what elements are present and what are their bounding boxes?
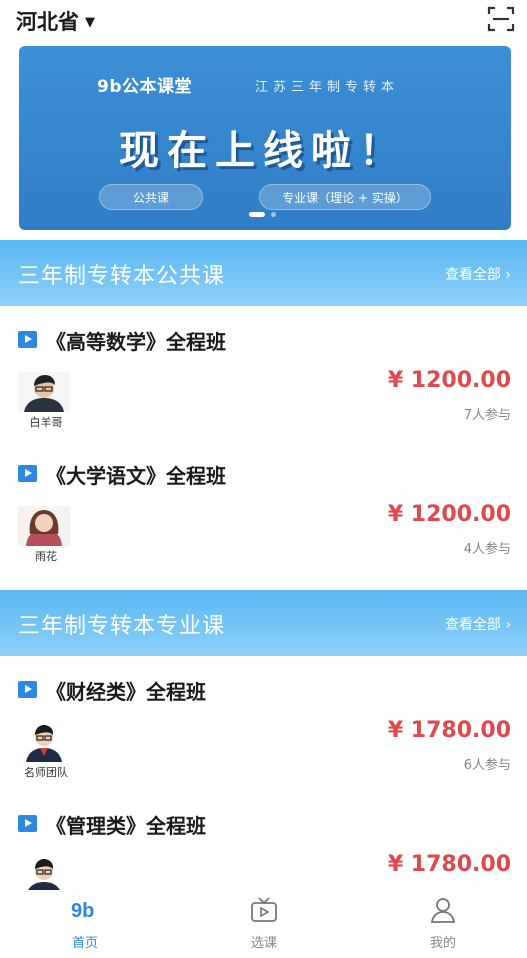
nav-select-course[interactable]: 选课 bbox=[219, 896, 309, 956]
play-icon bbox=[18, 681, 37, 698]
bottom-nav: 9b 首页 选课 我的 bbox=[0, 890, 527, 958]
course-price: ¥ 1780.00 bbox=[387, 852, 511, 877]
teacher-name: 白羊哥 bbox=[29, 416, 63, 429]
course-item[interactable]: 《财经类》全程班 名师团队 ¥ 1780.00 6人参与 bbox=[0, 668, 527, 804]
course-title: 《管理类》全程班 bbox=[46, 814, 206, 838]
top-bar: 河北省 ▼ bbox=[0, 0, 527, 40]
section-title: 三年制专转本公共课 bbox=[18, 264, 226, 289]
course-item[interactable]: 《管理类》全程班 ¥ 1780.00 bbox=[0, 802, 527, 890]
section-header-major: 三年制专转本专业课 查看全部 › bbox=[0, 590, 527, 656]
carousel-dot-active bbox=[249, 212, 265, 217]
banner-subtitle: 江苏三年制专转本 bbox=[255, 80, 400, 95]
province-label: 河北省 bbox=[16, 10, 79, 34]
view-all-link[interactable]: 查看全部 › bbox=[445, 614, 511, 634]
teacher-avatar bbox=[18, 722, 70, 762]
nav-home[interactable]: 9b 首页 bbox=[40, 896, 130, 956]
teacher-avatar bbox=[18, 506, 70, 546]
view-all-link[interactable]: 查看全部 › bbox=[445, 264, 511, 284]
province-selector[interactable]: 河北省 ▼ bbox=[16, 6, 95, 36]
banner-logo: 9b公本课堂 bbox=[97, 77, 192, 97]
scan-icon[interactable] bbox=[487, 5, 515, 33]
course-title: 《高等数学》全程班 bbox=[46, 330, 226, 354]
course-price: ¥ 1780.00 bbox=[387, 718, 511, 743]
teacher-avatar bbox=[18, 856, 70, 890]
banner-pill-public: 公共课 bbox=[99, 184, 203, 210]
nav-mine-label: 我的 bbox=[429, 936, 456, 951]
nav-mine[interactable]: 我的 bbox=[398, 896, 488, 956]
section-title: 三年制专转本专业课 bbox=[18, 614, 226, 639]
course-price: ¥ 1200.00 bbox=[387, 502, 511, 527]
play-icon bbox=[18, 465, 37, 482]
play-icon bbox=[18, 815, 37, 832]
banner-headline: 现在上线啦！ bbox=[119, 128, 407, 174]
course-title: 《大学语文》全程班 bbox=[46, 464, 226, 488]
banner-pill-major: 专业课（理论 + 实操） bbox=[259, 184, 431, 210]
play-icon bbox=[18, 331, 37, 348]
user-icon bbox=[430, 898, 456, 923]
course-item[interactable]: 《大学语文》全程班 雨花 ¥ 1200.00 4人参与 bbox=[0, 452, 527, 588]
participant-count: 4人参与 bbox=[463, 542, 511, 557]
teacher-avatar bbox=[18, 372, 70, 412]
carousel-dot bbox=[271, 212, 276, 217]
teacher-name: 雨花 bbox=[35, 550, 57, 563]
carousel-indicator bbox=[249, 212, 276, 217]
nav-home-label: 首页 bbox=[71, 936, 98, 951]
course-item[interactable]: 《高等数学》全程班 白羊哥 ¥ 1200.00 7人参与 bbox=[0, 318, 527, 454]
course-price: ¥ 1200.00 bbox=[387, 368, 511, 393]
participant-count: 7人参与 bbox=[463, 408, 511, 423]
nav-select-label: 选课 bbox=[250, 936, 277, 951]
participant-count: 6人参与 bbox=[463, 758, 511, 773]
section-header-public: 三年制专转本公共课 查看全部 › bbox=[0, 240, 527, 306]
promo-banner[interactable]: 9b公本课堂 江苏三年制专转本 现在上线啦！ 公共课 专业课（理论 + 实操） bbox=[19, 46, 511, 230]
caret-down-icon: ▼ bbox=[85, 14, 95, 30]
teacher-name: 名师团队 bbox=[24, 766, 68, 779]
video-tv-icon bbox=[251, 897, 277, 922]
home-logo-icon: 9b bbox=[71, 900, 94, 922]
course-title: 《财经类》全程班 bbox=[46, 680, 206, 704]
svg-text:9b: 9b bbox=[71, 900, 94, 922]
